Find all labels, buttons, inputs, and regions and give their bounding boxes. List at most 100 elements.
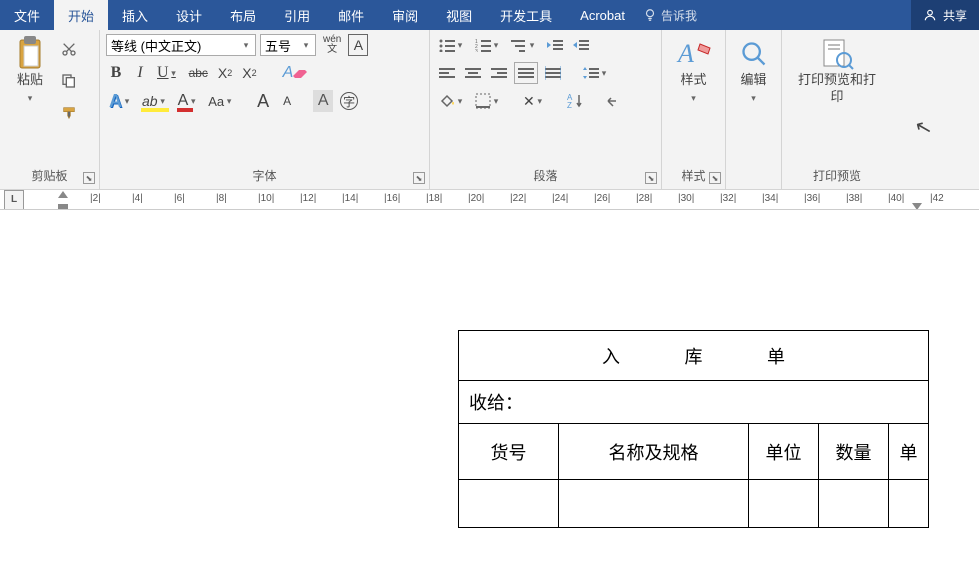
clear-formatting-button[interactable]: A	[280, 62, 311, 84]
show-marks-button[interactable]	[602, 90, 624, 112]
header-cell-4[interactable]: 单	[889, 424, 929, 480]
tab-view[interactable]: 视图	[432, 0, 486, 30]
font-name-value: 等线 (中文正文)	[111, 36, 201, 55]
table-title-cell[interactable]: 入 库 单	[459, 331, 929, 381]
indent-icon	[573, 38, 589, 52]
numbering-button[interactable]: 123▾	[472, 34, 504, 56]
strikethrough-button[interactable]: abc	[186, 62, 211, 84]
print-preview-icon	[820, 38, 854, 70]
grow-font-button[interactable]: A	[253, 90, 273, 112]
dropdown-icon: ▾	[28, 93, 33, 103]
tab-selector[interactable]: L	[4, 190, 24, 210]
print-preview-label: 打印预览和打印	[796, 72, 878, 106]
font-launcher[interactable]: ⬊	[413, 172, 425, 184]
tab-developer[interactable]: 开发工具	[486, 0, 566, 30]
decrease-indent-button[interactable]	[544, 34, 566, 56]
change-case-button[interactable]: Aa▾	[205, 90, 237, 112]
ruler-mark: |32|	[720, 193, 736, 204]
tab-mailings[interactable]: 邮件	[324, 0, 378, 30]
sort-button[interactable]: AZ	[564, 90, 586, 112]
horizontal-ruler[interactable]: L |2||4||6||8||10||12||14||16||18||20||2…	[0, 190, 979, 210]
enclose-char-button[interactable]: 字	[337, 90, 361, 112]
font-name-selector[interactable]: 等线 (中文正文)▾	[106, 34, 256, 56]
cut-button[interactable]	[58, 38, 80, 60]
bullets-button[interactable]: ▾	[436, 34, 468, 56]
borders-button[interactable]: ▾	[472, 90, 504, 112]
table-label-row[interactable]: 收给：	[459, 381, 929, 424]
underline-button[interactable]: U▾	[154, 62, 182, 84]
char-shading-button[interactable]: A	[313, 90, 333, 112]
ruler-mark: |38|	[846, 193, 862, 204]
eraser-icon	[293, 68, 307, 78]
asian-layout-button[interactable]: ✕▾	[520, 90, 548, 112]
format-painter-button[interactable]	[58, 102, 80, 124]
empty-cell[interactable]	[819, 480, 889, 528]
char-border-button[interactable]: A	[348, 34, 368, 56]
multilevel-list-button[interactable]: ▾	[508, 34, 540, 56]
tab-acrobat[interactable]: Acrobat	[566, 0, 639, 30]
empty-cell[interactable]	[459, 480, 559, 528]
styles-button[interactable]: A 样式▾	[668, 34, 720, 108]
tab-home[interactable]: 开始	[54, 0, 108, 30]
styles-label: 样式	[680, 72, 706, 87]
distribute-button[interactable]	[542, 62, 564, 84]
styles-launcher[interactable]: ⬊	[709, 172, 721, 184]
hanging-indent-marker[interactable]	[58, 204, 68, 210]
header-cell-2[interactable]: 单位	[749, 424, 819, 480]
phonetic-guide-button[interactable]: wén文	[320, 34, 344, 56]
tab-file[interactable]: 文件	[0, 0, 54, 30]
styles-icon: A	[676, 38, 712, 70]
ruler-mark: |24|	[552, 193, 568, 204]
editing-button[interactable]: 编辑▾	[732, 34, 776, 108]
font-color-button[interactable]: A▾	[175, 90, 202, 112]
line-spacing-button[interactable]: ▾	[580, 62, 612, 84]
shading-button[interactable]: ▾	[436, 90, 468, 112]
tab-references[interactable]: 引用	[270, 0, 324, 30]
justify-button[interactable]	[514, 62, 538, 84]
header-cell-1[interactable]: 名称及规格	[559, 424, 749, 480]
document-table[interactable]: 入 库 单 收给： 货号 名称及规格 单位 数量 单	[458, 330, 929, 528]
paste-button[interactable]: 粘贴▾	[6, 34, 54, 108]
right-indent-marker[interactable]	[912, 203, 922, 210]
italic-button[interactable]: I	[130, 62, 150, 84]
ruler-mark: |4|	[132, 193, 143, 204]
tellme-search[interactable]: 告诉我	[643, 0, 697, 30]
numbering-icon: 123	[475, 38, 491, 52]
tab-insert[interactable]: 插入	[108, 0, 162, 30]
svg-text:3: 3	[475, 49, 478, 52]
empty-cell[interactable]	[749, 480, 819, 528]
align-left-button[interactable]	[436, 62, 458, 84]
document-area[interactable]: 入 库 单 收给： 货号 名称及规格 单位 数量 单	[0, 210, 979, 576]
superscript-button[interactable]: X2	[239, 62, 259, 84]
print-preview-button[interactable]: 打印预览和打印	[788, 34, 886, 108]
highlight-button[interactable]: ab▾	[139, 90, 171, 112]
ruler-mark: |8|	[216, 193, 227, 204]
header-cell-0[interactable]: 货号	[459, 424, 559, 480]
empty-cell[interactable]	[559, 480, 749, 528]
align-right-button[interactable]	[488, 62, 510, 84]
clipboard-launcher[interactable]: ⬊	[83, 172, 95, 184]
font-size-selector[interactable]: 五号▾	[260, 34, 316, 56]
align-center-button[interactable]	[462, 62, 484, 84]
subscript-button[interactable]: X2	[215, 62, 235, 84]
editing-label: 编辑	[740, 72, 766, 87]
paragraph-launcher[interactable]: ⬊	[645, 172, 657, 184]
text-effects-button[interactable]: A▾	[106, 90, 135, 112]
group-print-preview: 打印预览和打印 打印预览	[782, 30, 892, 189]
increase-indent-button[interactable]	[570, 34, 592, 56]
empty-cell[interactable]	[889, 480, 929, 528]
shrink-font-button[interactable]: A	[277, 90, 297, 112]
header-cell-3[interactable]: 数量	[819, 424, 889, 480]
lightbulb-icon	[643, 8, 657, 22]
sort-icon: AZ	[567, 93, 583, 109]
ribbon-tabbar: 文件 开始 插入 设计 布局 引用 邮件 审阅 视图 开发工具 Acrobat …	[0, 0, 979, 30]
bold-button[interactable]: B	[106, 62, 126, 84]
share-button[interactable]: 共享	[911, 0, 979, 30]
font-group-label: 字体	[106, 164, 423, 189]
tab-layout[interactable]: 布局	[216, 0, 270, 30]
ruler-mark: |2|	[90, 193, 101, 204]
tab-design[interactable]: 设计	[162, 0, 216, 30]
tab-review[interactable]: 审阅	[378, 0, 432, 30]
left-indent-marker[interactable]	[58, 191, 68, 198]
copy-button[interactable]	[58, 70, 80, 92]
